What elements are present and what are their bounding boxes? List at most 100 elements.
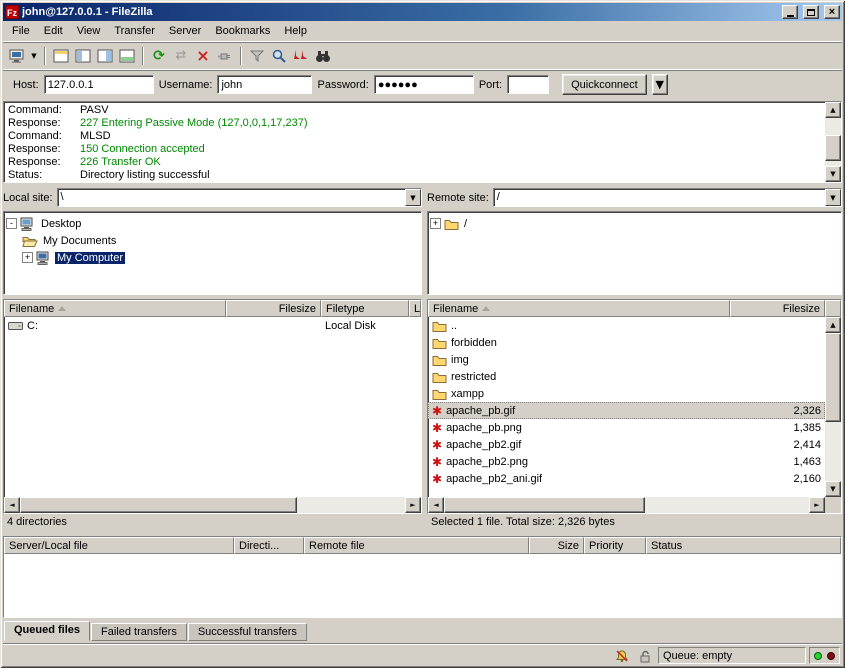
host-label: Host: — [13, 79, 39, 91]
column-header-filetype[interactable]: Filetype — [321, 300, 409, 317]
local-site-row: Local site: \ ▼ — [3, 187, 422, 208]
disconnect-icon[interactable] — [214, 45, 236, 67]
minimize-button[interactable] — [782, 5, 798, 19]
scroll-left-icon[interactable]: ◄ — [428, 497, 444, 513]
quickconnect-dropdown[interactable]: ▼ — [652, 74, 668, 95]
collapse-icon[interactable]: - — [6, 218, 17, 229]
file-row[interactable]: .. — [428, 317, 825, 334]
toggle-remote-tree-icon[interactable] — [94, 45, 116, 67]
file-row[interactable]: ✱apache_pb2.gif 2,414 — [428, 436, 825, 453]
scrollbar-thumb[interactable] — [444, 497, 645, 513]
refresh-icon[interactable]: ⟳ — [148, 45, 170, 67]
menu-bookmarks[interactable]: Bookmarks — [208, 23, 277, 39]
maximize-button[interactable] — [803, 5, 819, 19]
remote-site-combo[interactable]: / ▼ — [493, 188, 842, 207]
scrollbar-thumb[interactable] — [825, 135, 841, 161]
file-row[interactable]: ✱apache_pb.png 1,385 — [428, 419, 825, 436]
local-list-rows: C: Local Disk — [4, 317, 421, 497]
process-queue-icon[interactable]: ⇄ — [170, 45, 192, 67]
encryption-lock-icon[interactable] — [635, 648, 655, 664]
column-header-filesize[interactable]: Filesize — [730, 300, 825, 317]
scroll-up-icon[interactable]: ▲ — [825, 102, 841, 118]
host-input[interactable] — [44, 75, 154, 94]
broken-image-icon: ✱ — [432, 422, 442, 434]
file-row-selected[interactable]: ✱apache_pb.gif 2,326 — [428, 402, 825, 419]
port-input[interactable] — [507, 75, 549, 94]
username-input[interactable] — [217, 75, 312, 94]
find-icon[interactable] — [312, 45, 334, 67]
compare-icon[interactable] — [268, 45, 290, 67]
menu-view[interactable]: View — [70, 23, 108, 39]
remote-file-list: Filename Filesize .. forbidden — [427, 299, 842, 514]
menu-server[interactable]: Server — [162, 23, 208, 39]
cancel-icon[interactable]: × — [192, 45, 214, 67]
file-row[interactable]: forbidden — [428, 334, 825, 351]
sync-browse-icon[interactable] — [290, 45, 312, 67]
local-horizontal-scrollbar[interactable]: ◄ ► — [4, 497, 421, 513]
log-line: Response:150 Connection accepted — [8, 143, 821, 156]
scroll-down-icon[interactable]: ▼ — [825, 481, 841, 497]
local-pane: Local site: \ ▼ - Desktop My Documents + — [3, 187, 422, 532]
remote-site-row: Remote site: / ▼ — [427, 187, 842, 208]
remote-vertical-scrollbar[interactable]: ▲ ▼ — [825, 317, 841, 497]
quickconnect-button[interactable]: Quickconnect — [562, 74, 647, 95]
tab-queued-files[interactable]: Queued files — [4, 621, 90, 641]
chevron-down-icon[interactable]: ▼ — [825, 189, 841, 206]
tab-failed-transfers[interactable]: Failed transfers — [91, 623, 187, 641]
local-site-value: \ — [58, 189, 405, 206]
expand-icon[interactable]: + — [22, 252, 33, 263]
column-header-direction[interactable]: Directi... — [234, 537, 304, 554]
file-row[interactable]: xampp — [428, 385, 825, 402]
tree-item-my-computer[interactable]: + My Computer — [6, 249, 419, 266]
tree-item-my-documents[interactable]: My Documents — [6, 232, 419, 249]
password-input[interactable] — [374, 75, 474, 94]
local-site-combo[interactable]: \ ▼ — [57, 188, 422, 207]
local-list-bottom: ◄ ► — [4, 497, 421, 513]
queue-body[interactable] — [4, 554, 841, 617]
tab-successful-transfers[interactable]: Successful transfers — [188, 623, 307, 641]
toggle-log-icon[interactable] — [50, 45, 72, 67]
file-row[interactable]: img — [428, 351, 825, 368]
close-button[interactable]: × — [824, 5, 840, 19]
scrollbar-thumb[interactable] — [20, 497, 297, 513]
column-header-status[interactable]: Status — [646, 537, 841, 554]
log-vertical-scrollbar[interactable]: ▲ ▼ — [825, 102, 841, 182]
tree-item-desktop[interactable]: - Desktop — [6, 215, 419, 232]
file-row[interactable]: ✱apache_pb2.png 1,463 — [428, 453, 825, 470]
column-header-lastmodified[interactable]: L — [409, 300, 421, 317]
column-header-priority[interactable]: Priority — [584, 537, 646, 554]
column-header-size[interactable]: Size — [529, 537, 584, 554]
scroll-right-icon[interactable]: ► — [809, 497, 825, 513]
scroll-up-icon[interactable]: ▲ — [825, 317, 841, 333]
scrollbar-thumb[interactable] — [825, 333, 841, 422]
titlebar[interactable]: Fz john@127.0.0.1 - FileZilla × — [3, 3, 842, 21]
menu-edit[interactable]: Edit — [37, 23, 70, 39]
toggle-queue-icon[interactable] — [116, 45, 138, 67]
file-row[interactable]: restricted — [428, 368, 825, 385]
column-header-remote-file[interactable]: Remote file — [304, 537, 529, 554]
scroll-left-icon[interactable]: ◄ — [4, 497, 20, 513]
toggle-local-tree-icon[interactable] — [72, 45, 94, 67]
notification-bell-icon[interactable] — [612, 648, 632, 664]
menu-transfer[interactable]: Transfer — [107, 23, 162, 39]
filter-icon[interactable] — [246, 45, 268, 67]
site-manager-dropdown-icon[interactable]: ▼ — [28, 45, 40, 67]
chevron-down-icon[interactable]: ▼ — [405, 189, 421, 206]
menu-file[interactable]: File — [5, 23, 37, 39]
column-header-filename[interactable]: Filename — [428, 300, 730, 317]
file-row-c-drive[interactable]: C: Local Disk — [4, 317, 421, 334]
scroll-down-icon[interactable]: ▼ — [825, 166, 841, 182]
column-header-filename[interactable]: Filename — [4, 300, 226, 317]
scroll-right-icon[interactable]: ► — [405, 497, 421, 513]
file-row[interactable]: ✱apache_pb2_ani.gif 2,160 — [428, 470, 825, 487]
column-header-filesize[interactable]: Filesize — [226, 300, 321, 317]
scrollbar-corner — [825, 497, 841, 513]
expand-icon[interactable]: + — [430, 218, 441, 229]
queue-header: Server/Local file Directi... Remote file… — [4, 537, 841, 554]
log-lines: Command:PASV Response:227 Entering Passi… — [4, 102, 825, 182]
column-header-server-local-file[interactable]: Server/Local file — [4, 537, 234, 554]
menu-help[interactable]: Help — [277, 23, 314, 39]
tree-item-root[interactable]: + / — [430, 215, 839, 232]
site-manager-icon[interactable] — [6, 45, 28, 67]
remote-horizontal-scrollbar[interactable]: ◄ ► — [428, 497, 825, 513]
